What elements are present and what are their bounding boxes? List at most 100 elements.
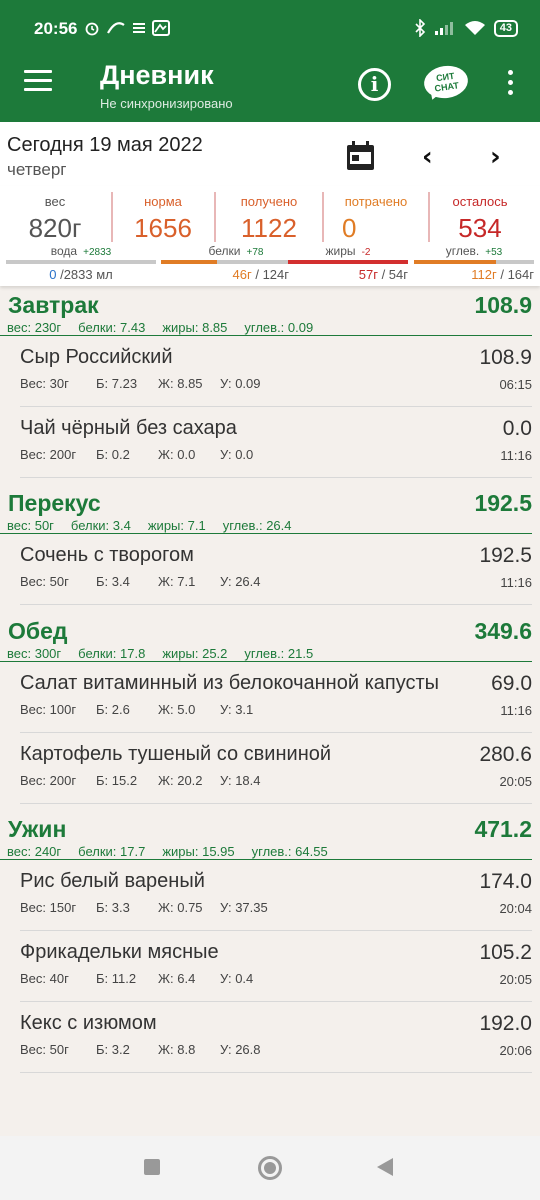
previous-day-button[interactable]: ‹ (422, 142, 433, 172)
food-item[interactable]: Сочень с творогом 192.5 Вес: 50г Б: 3.4 Ж:… (20, 534, 532, 605)
sit-chat-button[interactable]: СИТ CHAT (420, 62, 472, 106)
info-icon[interactable]: i (358, 68, 391, 101)
food-item[interactable]: Фрикадельки мясные 105.2 Вес: 40г Б: 11.2… (20, 931, 532, 1002)
bluetooth-icon (415, 19, 425, 37)
food-item[interactable]: Чай чёрный без сахара 0.0 Вес: 200г Б: 0.… (20, 407, 532, 478)
food-weight: Вес: 150г (20, 900, 77, 915)
food-fat: Ж: 0.75 (158, 900, 203, 915)
food-item[interactable]: Картофель тушеный со свининой 280.6 Вес:… (20, 733, 532, 804)
summary-value: 1656 (134, 213, 192, 243)
food-time: 20:05 (499, 972, 532, 987)
back-icon[interactable] (377, 1158, 393, 1176)
recents-icon[interactable] (144, 1159, 160, 1175)
meal-header[interactable]: Ужин 471.2 вес: 240г белки: 17.7 жиры: 15.… (0, 814, 532, 860)
status-time: 20:56 (34, 19, 78, 38)
battery-icon: 43 (493, 19, 518, 37)
macro-delta: +2833 (83, 247, 112, 258)
food-carbs: У: 18.4 (220, 773, 261, 788)
next-day-button[interactable]: › (490, 142, 501, 172)
calendar-icon[interactable] (347, 141, 374, 171)
food-name: Салат витаминный из белокочанной капусты (20, 672, 440, 694)
food-stats: Вес: 100г Б: 2.6 Ж: 5.0 У: 3.1 (20, 702, 253, 717)
meal-kcal: 471.2 (474, 816, 532, 842)
food-protein: Б: 2.6 (96, 702, 130, 717)
food-fat: Ж: 8.85 (158, 376, 203, 391)
status-system-icons: 43 (414, 19, 518, 37)
meal-header[interactable]: Перекус 192.5 вес: 50г белки: 3.4 жиры: 7.… (0, 488, 532, 534)
food-kcal: 192.0 (479, 1012, 532, 1035)
macro-total: / 124г (255, 267, 289, 282)
food-stats: Вес: 30г Б: 7.23 Ж: 8.85 У: 0.09 (20, 376, 261, 391)
food-item[interactable]: Сыр Российский 108.9 Вес: 30г Б: 7.23 Ж: 8… (20, 336, 532, 407)
macro-label: вода (50, 244, 78, 258)
meal-name: Ужин (8, 816, 67, 842)
food-name: Картофель тушеный со свининой (20, 743, 332, 765)
meal-weight: вес: 50г (7, 518, 54, 533)
food-kcal: 108.9 (479, 346, 532, 369)
meal-dinner: Ужин 471.2 вес: 240г белки: 17.7 жиры: 15.… (0, 814, 540, 1073)
macro-label: углев. (445, 244, 480, 258)
meal-stats: вес: 50г белки: 3.4 жиры: 7.1 углев.: 26.4 (7, 518, 309, 533)
summary-remaining: осталось 534 (430, 192, 530, 243)
food-kcal: 192.5 (479, 544, 532, 567)
meal-protein: белки: 17.7 (78, 844, 146, 859)
food-name: Сыр Российский (20, 346, 173, 368)
meal-carbs: углев.: 0.09 (244, 320, 314, 335)
system-nav-bar (0, 1136, 540, 1200)
food-name: Рис белый вареный (20, 870, 205, 892)
food-time: 11:16 (500, 703, 532, 718)
meal-fat: жиры: 15.95 (162, 844, 235, 859)
food-fat: Ж: 7.1 (158, 574, 196, 589)
meal-carbs: углев.: 64.55 (251, 844, 328, 859)
app-notification-icon (107, 22, 125, 34)
meal-header[interactable]: Обед 349.6 вес: 300г белки: 17.8 жиры: 25.… (0, 616, 532, 662)
summary-value: 0 (342, 213, 357, 243)
macro-delta: +78 (246, 247, 264, 258)
food-item[interactable]: Рис белый вареный 174.0 Вес: 150г Б: 3.3 Ж… (20, 860, 532, 931)
meal-breakfast: Завтрак 108.9 вес: 230г белки: 7.43 жиры: … (0, 290, 540, 478)
meal-name: Перекус (8, 490, 101, 516)
food-kcal: 280.6 (479, 743, 532, 766)
food-name: Чай чёрный без сахара (20, 417, 237, 439)
meal-stats: вес: 300г белки: 17.8 жиры: 25.2 углев.: 21… (7, 646, 330, 661)
home-icon[interactable] (258, 1156, 282, 1180)
macro-label: жиры (325, 244, 356, 258)
food-carbs: У: 37.35 (220, 900, 268, 915)
meal-lunch: Обед 349.6 вес: 300г белки: 17.8 жиры: 25.… (0, 616, 540, 804)
sync-status: Не синхронизировано (100, 96, 233, 111)
meal-header[interactable]: Завтрак 108.9 вес: 230г белки: 7.43 жиры: … (0, 290, 532, 336)
food-time: 11:16 (500, 575, 532, 590)
meal-kcal: 349.6 (474, 618, 532, 644)
summary-label: получено (240, 194, 298, 209)
meal-fat: жиры: 8.85 (162, 320, 228, 335)
food-kcal: 69.0 (491, 672, 532, 695)
lines-icon (133, 23, 145, 33)
food-stats: Вес: 40г Б: 11.2 Ж: 6.4 У: 0.4 (20, 971, 253, 986)
food-protein: Б: 15.2 (96, 773, 138, 788)
meal-fat: жиры: 25.2 (162, 646, 228, 661)
food-time: 20:05 (499, 774, 532, 789)
macro-delta: -2 (361, 247, 371, 258)
food-kcal: 174.0 (479, 870, 532, 893)
summary-label: потрачено (344, 194, 408, 209)
food-item[interactable]: Кекс с изюмом 192.0 Вес: 50г Б: 3.2 Ж: 8.8… (20, 1002, 532, 1073)
food-stats: Вес: 150г Б: 3.3 Ж: 0.75 У: 37.35 (20, 900, 268, 915)
food-name: Сочень с творогом (20, 544, 194, 566)
macro-total: / 164г (500, 267, 534, 282)
meal-weight: вес: 300г (7, 646, 62, 661)
food-weight: Вес: 200г (20, 773, 77, 788)
hamburger-menu-icon[interactable] (24, 70, 52, 94)
food-protein: Б: 0.2 (96, 447, 130, 462)
macro-progress-bar (288, 260, 408, 264)
food-carbs: У: 3.1 (220, 702, 254, 717)
meal-snack: Перекус 192.5 вес: 50г белки: 3.4 жиры: 7.… (0, 488, 540, 605)
food-name: Фрикадельки мясные (20, 941, 219, 963)
more-options-icon[interactable] (505, 70, 515, 98)
food-item[interactable]: Салат витаминный из белокочанной капусты… (20, 662, 532, 733)
macro-progress-bar (414, 260, 534, 264)
macro-water: вода +2833 0 /2833 мл (6, 244, 156, 282)
macro-fat: жиры -2 57г / 54г (288, 244, 408, 282)
daily-summary: вес 820г норма 1656 получено 1122 потрач… (0, 186, 540, 286)
food-carbs: У: 0.0 (220, 447, 254, 462)
meal-protein: белки: 3.4 (70, 518, 131, 533)
